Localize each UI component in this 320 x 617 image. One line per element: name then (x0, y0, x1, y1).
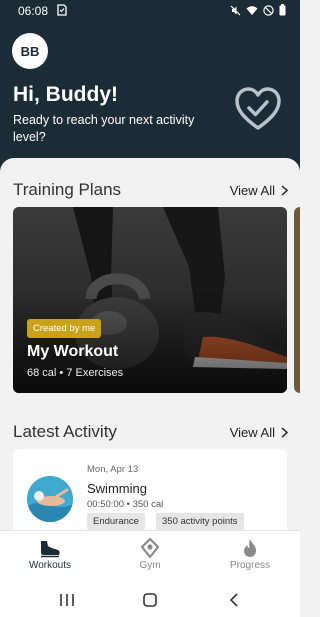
view-all-label: View All (229, 425, 275, 440)
plan-owner-badge: Created by me (27, 319, 102, 338)
avatar[interactable]: BB (12, 33, 48, 69)
nav-label-gym: Gym (139, 560, 161, 571)
next-plan-card-peek[interactable] (294, 207, 300, 393)
flame-icon (244, 539, 256, 557)
training-plan-card[interactable]: Created by me My Workout 68 cal • 7 Exer… (13, 207, 287, 393)
system-nav-bar (0, 582, 300, 617)
plan-name: My Workout (27, 343, 119, 360)
training-plans-view-all[interactable]: View All (230, 183, 288, 198)
header: 06:08 BB Hi, Buddy! Ready to reach your … (0, 0, 300, 172)
content-sheet: Training Plans View All Created by me My… (0, 158, 300, 558)
shoe-icon (41, 541, 60, 558)
battery-icon (279, 4, 286, 16)
mute-icon (230, 5, 241, 15)
recent-apps-icon[interactable] (57, 591, 77, 609)
swimming-thumbnail (27, 476, 73, 522)
nav-label-workouts: Workouts (28, 560, 72, 571)
activity-meta: 00:50:00 • 350 cal (87, 499, 164, 510)
wifi-icon (246, 5, 258, 15)
status-time: 06:08 (18, 4, 49, 18)
back-icon[interactable] (225, 591, 245, 609)
view-all-label: View All (229, 183, 275, 198)
activity-tag-points: 350 activity points (156, 513, 244, 530)
swimmer-icon (27, 476, 73, 522)
heart-check-icon (235, 87, 281, 130)
greeting-subtitle: Ready to reach your next activity level? (13, 113, 195, 144)
bottom-nav: Workouts Gym Progress (0, 530, 300, 582)
home-icon[interactable] (140, 591, 160, 609)
kettlebell-photo (13, 207, 287, 393)
nav-label-progress: Progress (229, 560, 270, 571)
activity-tag-category: Endurance (87, 513, 145, 530)
greeting-title: Hi, Buddy! (13, 83, 118, 106)
status-bar: 06:08 (0, 0, 300, 22)
status-icons (230, 4, 286, 16)
activity-name: Swimming (87, 481, 147, 496)
activity-date: Mon, Apr 13 (87, 464, 139, 475)
chevron-right-icon (281, 427, 288, 438)
do-not-disturb-icon (263, 4, 274, 16)
nav-item-workouts[interactable]: Workouts (10, 538, 90, 571)
training-plans-title: Training Plans (13, 180, 122, 199)
sim-card-icon (57, 4, 67, 16)
plan-meta: 68 cal • 7 Exercises (27, 367, 124, 379)
nav-item-gym[interactable]: Gym (110, 538, 190, 571)
home-screen: 06:08 BB Hi, Buddy! Ready to reach your … (0, 0, 300, 617)
nav-item-progress[interactable]: Progress (210, 538, 290, 571)
location-pin-icon (140, 538, 160, 558)
latest-activity-title: Latest Activity (13, 422, 117, 441)
latest-activity-view-all[interactable]: View All (230, 425, 288, 440)
chevron-right-icon (281, 185, 288, 196)
